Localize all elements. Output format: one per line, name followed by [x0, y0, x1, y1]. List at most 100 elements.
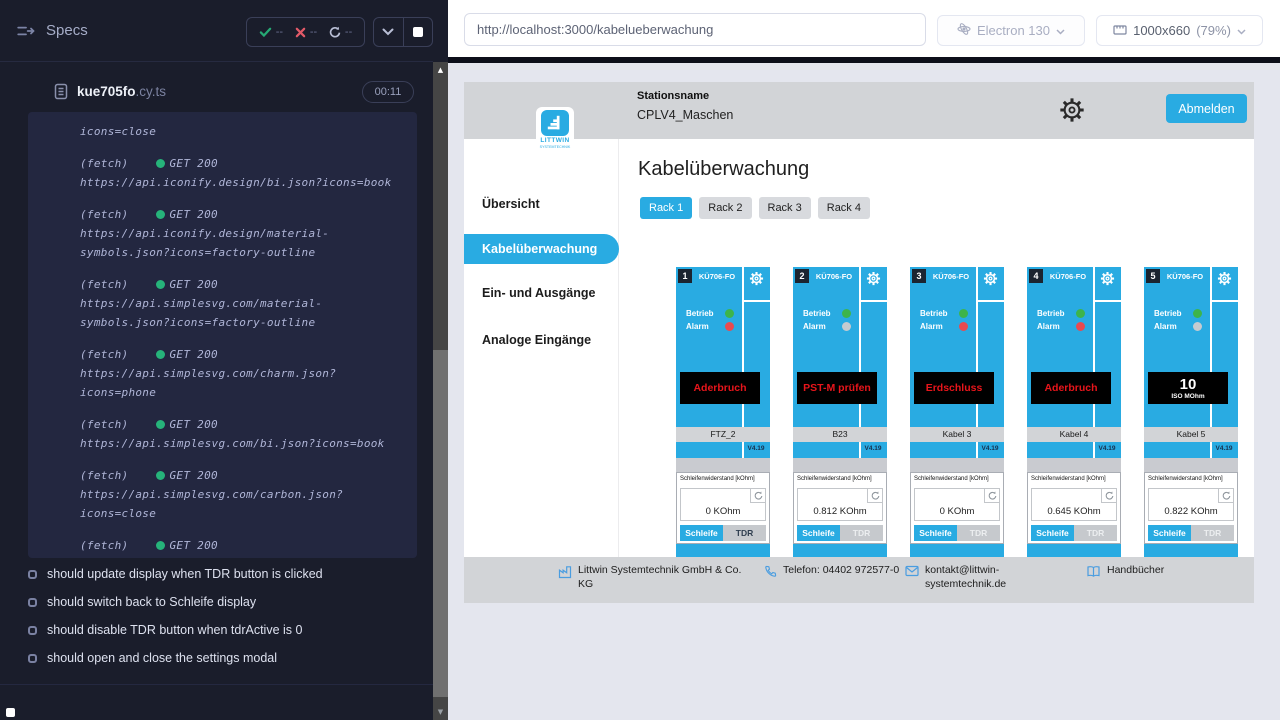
refresh-button[interactable]: [1101, 489, 1116, 503]
device-cards: 1 KÜ706-FO Betrieb Alarm Aderbruch: [676, 267, 1238, 557]
card-separator: [793, 458, 887, 472]
logout-button[interactable]: Abmelden: [1166, 94, 1247, 123]
test-stats: -- -- --: [246, 17, 365, 47]
card-gear-icon[interactable]: [1100, 271, 1115, 286]
scrollbar-thumb[interactable]: [433, 350, 448, 697]
sidebar-nav-item[interactable]: Übersicht: [482, 197, 540, 211]
log-entry[interactable]: (fetch) GET 200 https://api.iconify.desi…: [80, 205, 403, 262]
scrollbar-up-icon[interactable]: ▲: [433, 66, 448, 74]
measurement-panel: Schleifenwiderstand [kOhm] 0.822 KOhm Sc…: [1144, 472, 1238, 544]
test-row[interactable]: should update display when TDR button is…: [0, 560, 433, 588]
channel-name: Kabel 5: [1144, 427, 1238, 442]
log-source: (fetch): [80, 415, 128, 434]
stop-button[interactable]: [404, 18, 433, 46]
stat-failed: --: [295, 26, 317, 38]
runner-bottom-toggle[interactable]: [6, 708, 15, 717]
power-led-label: Betrieb: [1037, 309, 1065, 318]
tdr-button[interactable]: TDR: [1191, 525, 1234, 541]
test-row[interactable]: should open and close the settings modal: [0, 644, 433, 672]
scrollbar-down-icon[interactable]: ▼: [433, 708, 448, 716]
test-row[interactable]: should disable TDR button when tdrActive…: [0, 616, 433, 644]
test-title: should switch back to Schleife display: [47, 595, 256, 609]
channel-name: B23: [793, 427, 887, 442]
card-gear-icon[interactable]: [983, 271, 998, 286]
collapse-button[interactable]: [374, 18, 404, 46]
slot-number-badge: 3: [912, 269, 926, 283]
alarm-led: [1193, 322, 1202, 331]
alarm-led-label: Alarm: [920, 322, 943, 331]
log-entry[interactable]: (fetch) GET 200 https://api.simplesvg.co…: [80, 275, 403, 332]
resistance-value: 0 KOhm: [915, 506, 999, 517]
measurement-panel: Schleifenwiderstand [kOhm] 0 KOhm Schlei…: [910, 472, 1004, 544]
cypress-runner-pane: Specs -- --: [0, 0, 448, 720]
log-entry[interactable]: (fetch) GET 200 https://api.simplesvg.co…: [80, 536, 403, 558]
log-entry[interactable]: icons=close: [80, 122, 403, 141]
mode-buttons: Schleife TDR: [797, 525, 883, 541]
status-dot-icon: [156, 471, 165, 480]
app-header: Stationsname CPLV4_Maschen Abmelden: [464, 82, 1254, 139]
refresh-button[interactable]: [750, 489, 765, 503]
spec-file-row[interactable]: kue705fo.cy.ts 00:11: [0, 78, 433, 108]
resistance-label: Schleifenwiderstand [kOhm]: [911, 473, 1003, 482]
refresh-button[interactable]: [867, 489, 882, 503]
footer-manuals-link[interactable]: Handbücher: [1086, 564, 1164, 578]
rack-tabs: Rack 1 Rack 2 Rack 3 Rack 4: [640, 197, 870, 219]
rack-tab[interactable]: Rack 4: [818, 197, 870, 219]
power-led: [725, 309, 734, 318]
logo-text: LITTWIN: [536, 137, 574, 144]
rack-tab[interactable]: Rack 3: [759, 197, 811, 219]
device-display: Aderbruch: [1031, 372, 1111, 404]
card-separator: [1144, 458, 1238, 472]
tdr-button[interactable]: TDR: [840, 525, 883, 541]
resistance-value: 0.812 KOhm: [798, 506, 882, 517]
spec-timer: 00:11: [362, 81, 414, 103]
resistance-label: Schleifenwiderstand [kOhm]: [1028, 473, 1120, 482]
refresh-button[interactable]: [1218, 489, 1233, 503]
sidebar-nav-item[interactable]: Kabelüberwachung: [464, 234, 619, 264]
rack-tab[interactable]: Rack 2: [699, 197, 751, 219]
log-entry[interactable]: (fetch) GET 200 https://api.simplesvg.co…: [80, 466, 403, 523]
test-row[interactable]: should switch back to Schleife display: [0, 588, 433, 616]
rack-tab[interactable]: Rack 1: [640, 197, 692, 219]
card-bottom-strip: [910, 544, 1004, 557]
schleife-button[interactable]: Schleife: [797, 525, 840, 541]
gear-section-divider: [744, 300, 770, 302]
card-gear-icon[interactable]: [1217, 271, 1232, 286]
littwin-logo: LITTWIN SYSTEMTECHNIK: [536, 107, 574, 152]
device-front: 1 KÜ706-FO Betrieb Alarm Aderbruch: [676, 267, 770, 458]
mode-buttons: Schleife TDR: [914, 525, 1000, 541]
station-label: Stationsname: [637, 90, 709, 102]
card-gear-icon[interactable]: [866, 271, 881, 286]
slot-number-badge: 1: [678, 269, 692, 283]
log-entry[interactable]: (fetch) GET 200 https://api.simplesvg.co…: [80, 415, 403, 453]
schleife-button[interactable]: Schleife: [914, 525, 957, 541]
test-title: should update display when TDR button is…: [47, 567, 323, 581]
tdr-button[interactable]: TDR: [723, 525, 766, 541]
device-display: 10 ISO MOhm: [1148, 372, 1228, 404]
browser-selector[interactable]: Electron 130: [937, 15, 1085, 46]
resistance-label: Schleifenwiderstand [kOhm]: [1145, 473, 1237, 482]
log-url: https://api.simplesvg.com/carbon.json?ic…: [80, 485, 403, 523]
settings-gear-icon[interactable]: [1058, 96, 1086, 124]
runner-scrollbar[interactable]: ▲ ▼: [433, 62, 448, 720]
schleife-button[interactable]: Schleife: [1031, 525, 1074, 541]
card-gear-icon[interactable]: [749, 271, 764, 286]
resistance-label: Schleifenwiderstand [kOhm]: [794, 473, 886, 482]
device-card: 5 KÜ706-FO Betrieb Alarm 10 ISO MO: [1144, 267, 1238, 557]
sidebar-nav-item[interactable]: Analoge Eingänge: [482, 333, 591, 347]
tdr-button[interactable]: TDR: [957, 525, 1000, 541]
device-display: PST-M prüfen: [797, 372, 877, 404]
sidebar-nav-item[interactable]: Ein- und Ausgänge: [482, 286, 595, 300]
log-entry[interactable]: (fetch) GET 200 https://api.iconify.desi…: [80, 154, 403, 192]
tdr-button[interactable]: TDR: [1074, 525, 1117, 541]
schleife-button[interactable]: Schleife: [1148, 525, 1191, 541]
viewport-size-selector[interactable]: 1000x660 (79%): [1096, 15, 1263, 46]
log-url: https://api.simplesvg.com/charm.json?ico…: [80, 364, 403, 402]
url-input[interactable]: http://localhost:3000/kabelueberwachung: [464, 13, 926, 46]
footer-email[interactable]: kontakt@littwin-systemtechnik.de: [905, 564, 1025, 591]
schleife-button[interactable]: Schleife: [680, 525, 723, 541]
refresh-button[interactable]: [984, 489, 999, 503]
specs-toggle-icon[interactable]: [16, 22, 36, 45]
log-entry[interactable]: (fetch) GET 200 https://api.simplesvg.co…: [80, 345, 403, 402]
device-front: 5 KÜ706-FO Betrieb Alarm 10 ISO MO: [1144, 267, 1238, 458]
